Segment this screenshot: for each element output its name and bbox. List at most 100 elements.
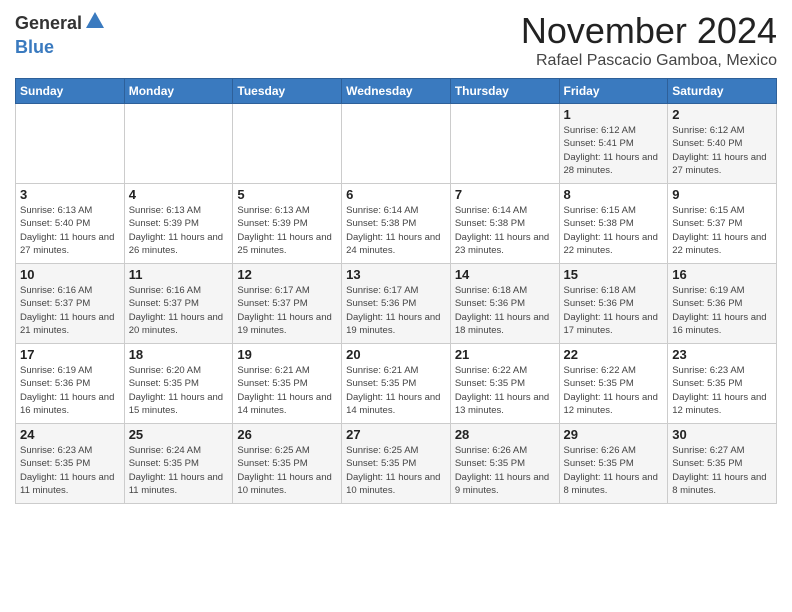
day-number: 19 — [237, 347, 337, 362]
calendar-table: SundayMondayTuesdayWednesdayThursdayFrid… — [15, 78, 777, 504]
day-info: Sunrise: 6:22 AM Sunset: 5:35 PM Dayligh… — [455, 364, 555, 417]
day-number: 10 — [20, 267, 120, 282]
day-info: Sunrise: 6:12 AM Sunset: 5:40 PM Dayligh… — [672, 124, 772, 177]
calendar-cell: 26 Sunrise: 6:25 AM Sunset: 5:35 PM Dayli… — [233, 424, 342, 504]
calendar-cell: 17Sunrise: 6:19 AM Sunset: 5:36 PM Dayli… — [16, 344, 125, 424]
calendar-cell — [450, 104, 559, 184]
day-number: 13 — [346, 267, 446, 282]
calendar-cell: 13 Sunrise: 6:17 AM Sunset: 5:36 PM Dayli… — [342, 264, 451, 344]
logo-general-text: General — [15, 13, 82, 34]
calendar-cell: 11Sunrise: 6:16 AM Sunset: 5:37 PM Dayli… — [124, 264, 233, 344]
day-info: Sunrise: 6:26 AM Sunset: 5:35 PM Dayligh… — [564, 444, 664, 497]
calendar-cell: 25 Sunrise: 6:24 AM Sunset: 5:35 PM Dayli… — [124, 424, 233, 504]
week-row-1: 1 Sunrise: 6:12 AM Sunset: 5:41 PM Daylig… — [16, 104, 777, 184]
calendar-cell — [233, 104, 342, 184]
week-row-2: 3 Sunrise: 6:13 AM Sunset: 5:40 PM Daylig… — [16, 184, 777, 264]
weekday-header-thursday: Thursday — [450, 79, 559, 104]
day-info: Sunrise: 6:15 AM Sunset: 5:38 PM Dayligh… — [564, 204, 664, 257]
calendar-cell: 29 Sunrise: 6:26 AM Sunset: 5:35 PM Dayli… — [559, 424, 668, 504]
day-number: 3 — [20, 187, 120, 202]
day-info: Sunrise: 6:18 AM Sunset: 5:36 PM Dayligh… — [564, 284, 664, 337]
calendar-cell: 22Sunrise: 6:22 AM Sunset: 5:35 PM Dayli… — [559, 344, 668, 424]
calendar-cell: 28Sunrise: 6:26 AM Sunset: 5:35 PM Dayli… — [450, 424, 559, 504]
day-info: Sunrise: 6:13 AM Sunset: 5:40 PM Dayligh… — [20, 204, 120, 257]
day-info: Sunrise: 6:12 AM Sunset: 5:41 PM Dayligh… — [564, 124, 664, 177]
day-number: 27 — [346, 427, 446, 442]
day-info: Sunrise: 6:13 AM Sunset: 5:39 PM Dayligh… — [129, 204, 229, 257]
weekday-header-wednesday: Wednesday — [342, 79, 451, 104]
calendar-cell: 9Sunrise: 6:15 AM Sunset: 5:37 PM Daylig… — [668, 184, 777, 264]
day-number: 12 — [237, 267, 337, 282]
calendar-cell: 8 Sunrise: 6:15 AM Sunset: 5:38 PM Daylig… — [559, 184, 668, 264]
location-title: Rafael Pascacio Gamboa, Mexico — [521, 52, 777, 70]
day-info: Sunrise: 6:13 AM Sunset: 5:39 PM Dayligh… — [237, 204, 337, 257]
day-number: 14 — [455, 267, 555, 282]
day-info: Sunrise: 6:27 AM Sunset: 5:35 PM Dayligh… — [672, 444, 772, 497]
day-info: Sunrise: 6:21 AM Sunset: 5:35 PM Dayligh… — [346, 364, 446, 417]
calendar-cell: 3 Sunrise: 6:13 AM Sunset: 5:40 PM Daylig… — [16, 184, 125, 264]
day-number: 6 — [346, 187, 446, 202]
day-number: 16 — [672, 267, 772, 282]
day-number: 15 — [564, 267, 664, 282]
day-number: 8 — [564, 187, 664, 202]
calendar-cell: 14 Sunrise: 6:18 AM Sunset: 5:36 PM Dayli… — [450, 264, 559, 344]
calendar-cell — [342, 104, 451, 184]
weekday-header-tuesday: Tuesday — [233, 79, 342, 104]
month-title: November 2024 — [521, 10, 777, 52]
day-number: 5 — [237, 187, 337, 202]
day-number: 25 — [129, 427, 229, 442]
calendar-cell: 2 Sunrise: 6:12 AM Sunset: 5:40 PM Daylig… — [668, 104, 777, 184]
day-info: Sunrise: 6:16 AM Sunset: 5:37 PM Dayligh… — [20, 284, 120, 337]
day-number: 9 — [672, 187, 772, 202]
day-number: 29 — [564, 427, 664, 442]
calendar-cell: 27 Sunrise: 6:25 AM Sunset: 5:35 PM Dayli… — [342, 424, 451, 504]
day-info: Sunrise: 6:24 AM Sunset: 5:35 PM Dayligh… — [129, 444, 229, 497]
day-number: 4 — [129, 187, 229, 202]
day-number: 21 — [455, 347, 555, 362]
day-number: 2 — [672, 107, 772, 122]
day-number: 7 — [455, 187, 555, 202]
day-info: Sunrise: 6:18 AM Sunset: 5:36 PM Dayligh… — [455, 284, 555, 337]
calendar-cell: 18Sunrise: 6:20 AM Sunset: 5:35 PM Dayli… — [124, 344, 233, 424]
day-number: 1 — [564, 107, 664, 122]
day-info: Sunrise: 6:25 AM Sunset: 5:35 PM Dayligh… — [346, 444, 446, 497]
weekday-header-monday: Monday — [124, 79, 233, 104]
week-row-5: 24 Sunrise: 6:23 AM Sunset: 5:35 PM Dayli… — [16, 424, 777, 504]
day-number: 23 — [672, 347, 772, 362]
day-info: Sunrise: 6:23 AM Sunset: 5:35 PM Dayligh… — [672, 364, 772, 417]
page-header: General Blue November 2024 Rafael Pascac… — [15, 10, 777, 70]
title-block: November 2024 Rafael Pascacio Gamboa, Me… — [521, 10, 777, 70]
day-info: Sunrise: 6:14 AM Sunset: 5:38 PM Dayligh… — [455, 204, 555, 257]
logo: General Blue — [15, 10, 106, 58]
calendar-cell: 4 Sunrise: 6:13 AM Sunset: 5:39 PM Daylig… — [124, 184, 233, 264]
logo-icon — [84, 10, 106, 32]
calendar-cell: 1 Sunrise: 6:12 AM Sunset: 5:41 PM Daylig… — [559, 104, 668, 184]
calendar-cell: 24 Sunrise: 6:23 AM Sunset: 5:35 PM Dayli… — [16, 424, 125, 504]
calendar-cell: 12 Sunrise: 6:17 AM Sunset: 5:37 PM Dayli… — [233, 264, 342, 344]
day-number: 30 — [672, 427, 772, 442]
calendar-cell: 19Sunrise: 6:21 AM Sunset: 5:35 PM Dayli… — [233, 344, 342, 424]
day-info: Sunrise: 6:25 AM Sunset: 5:35 PM Dayligh… — [237, 444, 337, 497]
day-number: 22 — [564, 347, 664, 362]
day-number: 17 — [20, 347, 120, 362]
day-number: 24 — [20, 427, 120, 442]
calendar-cell: 16 Sunrise: 6:19 AM Sunset: 5:36 PM Dayli… — [668, 264, 777, 344]
day-info: Sunrise: 6:17 AM Sunset: 5:37 PM Dayligh… — [237, 284, 337, 337]
day-number: 28 — [455, 427, 555, 442]
calendar-cell: 5 Sunrise: 6:13 AM Sunset: 5:39 PM Daylig… — [233, 184, 342, 264]
day-number: 11 — [129, 267, 229, 282]
calendar-cell: 6Sunrise: 6:14 AM Sunset: 5:38 PM Daylig… — [342, 184, 451, 264]
calendar-cell: 21 Sunrise: 6:22 AM Sunset: 5:35 PM Dayli… — [450, 344, 559, 424]
weekday-header-saturday: Saturday — [668, 79, 777, 104]
day-number: 26 — [237, 427, 337, 442]
day-info: Sunrise: 6:23 AM Sunset: 5:35 PM Dayligh… — [20, 444, 120, 497]
week-row-3: 10 Sunrise: 6:16 AM Sunset: 5:37 PM Dayli… — [16, 264, 777, 344]
day-info: Sunrise: 6:19 AM Sunset: 5:36 PM Dayligh… — [672, 284, 772, 337]
weekday-header-row: SundayMondayTuesdayWednesdayThursdayFrid… — [16, 79, 777, 104]
calendar-cell: 10 Sunrise: 6:16 AM Sunset: 5:37 PM Dayli… — [16, 264, 125, 344]
calendar-cell: 20Sunrise: 6:21 AM Sunset: 5:35 PM Dayli… — [342, 344, 451, 424]
calendar-cell — [124, 104, 233, 184]
day-info: Sunrise: 6:17 AM Sunset: 5:36 PM Dayligh… — [346, 284, 446, 337]
calendar-cell: 7 Sunrise: 6:14 AM Sunset: 5:38 PM Daylig… — [450, 184, 559, 264]
calendar-cell — [16, 104, 125, 184]
